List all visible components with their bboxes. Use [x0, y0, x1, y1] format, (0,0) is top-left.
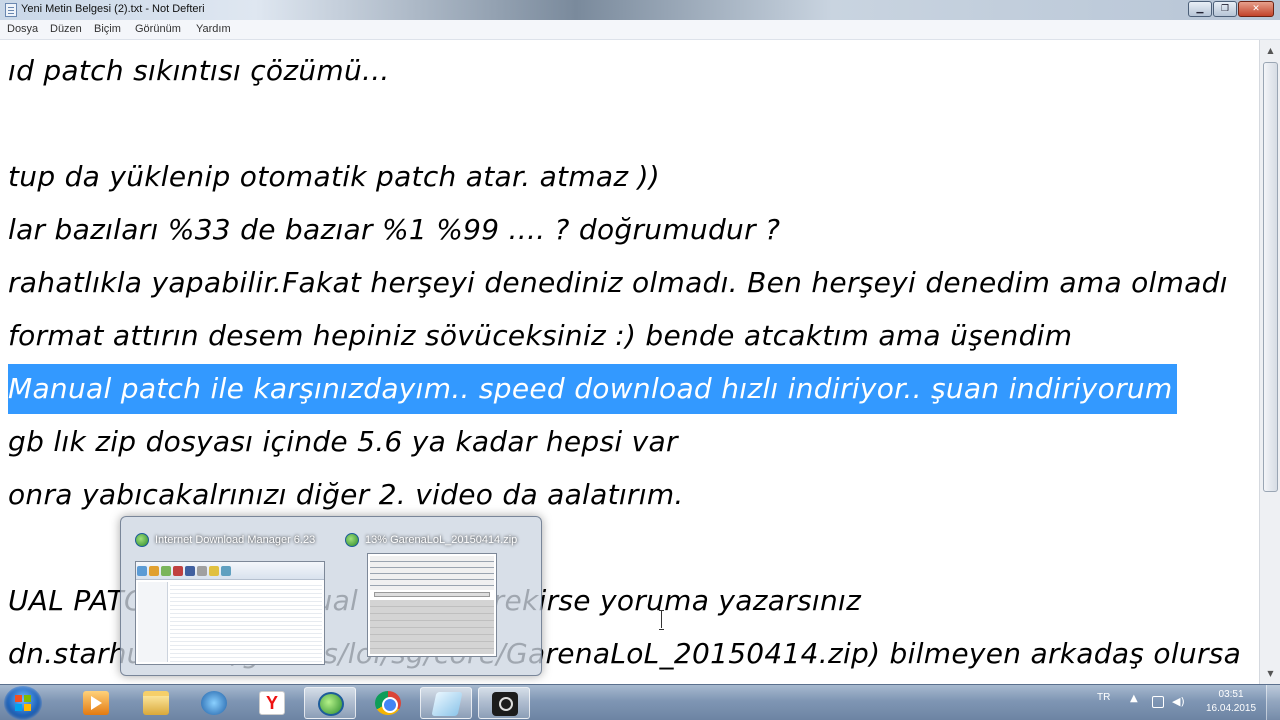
language-indicator[interactable]: TR	[1097, 692, 1110, 703]
close-button[interactable]: ✕	[1238, 1, 1274, 17]
window-controls: ▁ ❐ ✕	[1188, 1, 1274, 17]
thumbnail-title: Internet Download Manager 6.23	[155, 534, 316, 546]
show-desktop-button[interactable]	[1266, 685, 1280, 720]
idm-window-preview	[135, 561, 325, 665]
editor-line-selected: Manual patch ile karşınızdayım.. speed d…	[8, 364, 1177, 414]
notepad-icon	[431, 692, 463, 716]
system-tray: TR ▲ ◀) 03:51 16.04.2015	[1080, 685, 1280, 720]
vertical-scrollbar[interactable]: ▲ ▼	[1259, 40, 1280, 684]
idm-globe-icon	[135, 533, 149, 547]
thumbnail-idm-window[interactable]: Internet Download Manager 6.23	[121, 525, 325, 669]
taskbar-recorder[interactable]	[478, 687, 530, 719]
idm-globe-icon	[345, 533, 359, 547]
folder-icon	[143, 691, 169, 715]
clock[interactable]: 03:51 16.04.2015	[1206, 688, 1256, 716]
media-player-icon	[83, 691, 109, 715]
taskbar-media-player[interactable]	[70, 687, 122, 719]
thumbnail-title: 13% GarenaLoL_20150414.zip	[365, 534, 518, 546]
idm-globe-icon	[318, 692, 344, 716]
camera-icon	[492, 692, 518, 716]
menu-dosya[interactable]: Dosya	[7, 23, 38, 35]
start-button[interactable]	[4, 686, 42, 720]
scroll-up-arrow[interactable]: ▲	[1262, 42, 1279, 59]
taskbar-idm-globe[interactable]	[304, 687, 356, 719]
taskbar-idm[interactable]	[188, 687, 240, 719]
editor-line: lar bazıları %33 de bazıar %1 %99 .... ?…	[8, 213, 781, 246]
scroll-thumb[interactable]	[1263, 62, 1278, 492]
clock-date: 16.04.2015	[1206, 703, 1257, 714]
device-icon[interactable]	[1152, 696, 1164, 708]
maximize-button[interactable]: ❐	[1213, 1, 1237, 17]
ibeam-cursor-icon	[659, 610, 664, 630]
notepad-icon	[5, 3, 17, 17]
minimize-button[interactable]: ▁	[1188, 1, 1212, 17]
taskbar-notepad[interactable]	[420, 687, 472, 719]
window-title: Yeni Metin Belgesi (2).txt - Not Defteri	[21, 3, 205, 15]
volume-icon[interactable]: ◀)	[1172, 696, 1185, 708]
clock-time: 03:51	[1218, 689, 1244, 700]
taskbar-thumbnail-popup: Internet Download Manager 6.23 13% Garen…	[120, 516, 542, 676]
menu-bar: Dosya Düzen Biçim Görünüm Yardım	[0, 20, 1280, 40]
taskbar-yandex[interactable]: Y	[246, 687, 298, 719]
taskbar: Y TR ▲ ◀) 03:51 16.04.2015	[0, 684, 1280, 720]
menu-gorunum[interactable]: Görünüm	[135, 23, 181, 35]
chrome-icon	[375, 691, 401, 715]
tray-expand-icon[interactable]: ▲	[1130, 693, 1138, 704]
menu-bicim[interactable]: Biçim	[94, 23, 121, 35]
menu-duzen[interactable]: Düzen	[50, 23, 82, 35]
editor-line: ıd patch sıkıntısı çözümü...	[8, 54, 390, 87]
download-progress-preview	[367, 553, 497, 657]
idm-icon	[201, 691, 227, 715]
taskbar-explorer[interactable]	[130, 687, 182, 719]
editor-line: format attırın desem hepiniz sövüceksini…	[8, 319, 1073, 352]
taskbar-chrome[interactable]	[362, 687, 414, 719]
menu-yardim[interactable]: Yardım	[196, 23, 231, 35]
scroll-down-arrow[interactable]: ▼	[1262, 665, 1279, 682]
editor-line: rahatlıkla yapabilir.Fakat herşeyi dened…	[8, 266, 1228, 299]
editor-line: tup da yüklenip otomatik patch atar. atm…	[8, 160, 661, 193]
yandex-icon: Y	[259, 691, 285, 715]
title-bar: Yeni Metin Belgesi (2).txt - Not Defteri…	[0, 0, 1280, 20]
editor-line: gb lık zip dosyası içinde 5.6 ya kadar h…	[8, 425, 678, 458]
editor-line: onra yabıcakalrınızı diğer 2. video da a…	[8, 478, 684, 511]
